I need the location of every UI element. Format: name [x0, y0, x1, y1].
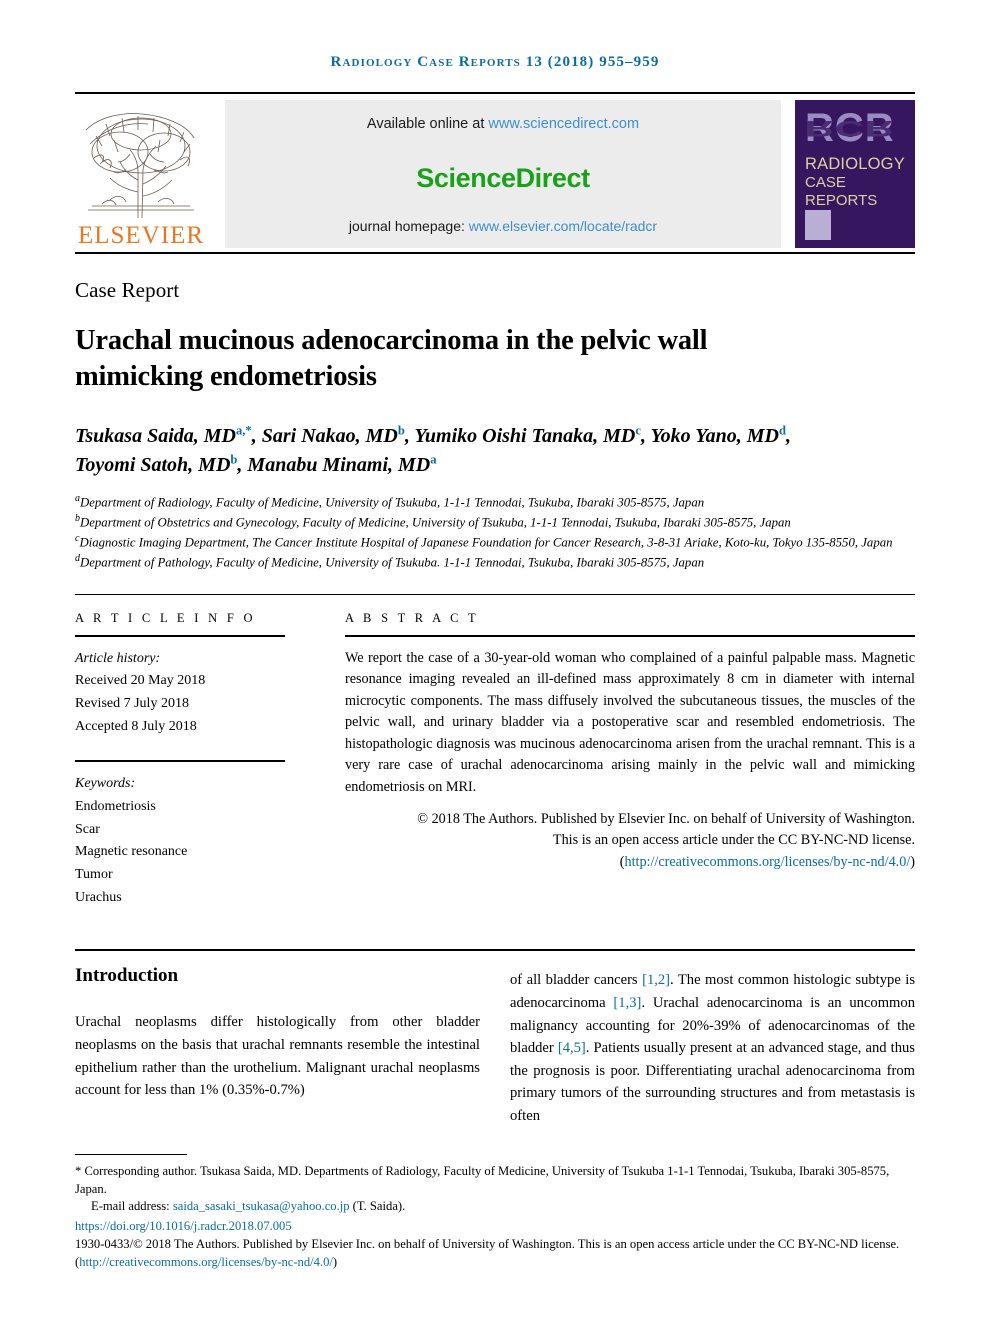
- author-affiliation-marker: a: [430, 452, 437, 467]
- affiliation-item: bDepartment of Obstetrics and Gynecology…: [75, 512, 895, 532]
- citation-reference[interactable]: [1,3]: [613, 995, 641, 1011]
- rcr-title-lines: RADIOLOGY CASE REPORTS: [805, 154, 905, 211]
- body-column-left: Introduction Urachal neoplasms differ hi…: [75, 965, 480, 1127]
- copyright-line-1: © 2018 The Authors. Published by Elsevie…: [417, 810, 915, 827]
- running-head: Radiology Case Reports 13 (2018) 955–959: [330, 54, 660, 70]
- article-revised-date: Revised 7 July 2018: [75, 695, 189, 711]
- affiliation-text: Department of Pathology, Faculty of Medi…: [79, 555, 705, 570]
- keyword-item: Magnetic resonance: [75, 844, 188, 860]
- author-name: Toyomi Satoh, MD: [75, 453, 231, 476]
- rcr-acronym-reflection: RCR: [805, 115, 895, 140]
- keywords-label: Keywords:: [75, 776, 136, 792]
- article-info-divider: [75, 634, 285, 637]
- body-columns: Introduction Urachal neoplasms differ hi…: [75, 965, 915, 1127]
- affiliation-list: aDepartment of Radiology, Faculty of Med…: [75, 492, 895, 571]
- introduction-paragraph-right: of all bladder cancers [1,2]. The most c…: [510, 969, 915, 1127]
- author-line-2: Toyomi Satoh, MDb, Manabu Minami, MDa: [75, 452, 437, 476]
- footnote-block: * Corresponding author. Tsukasa Saida, M…: [75, 1153, 915, 1272]
- abstract-divider: [345, 634, 915, 637]
- article-received-date: Received 20 May 2018: [75, 673, 206, 689]
- citation-reference[interactable]: [1,2]: [642, 972, 670, 988]
- email-suffix: (T. Saida).: [349, 1199, 406, 1214]
- abstract-heading: A B S T R A C T: [345, 610, 479, 625]
- journal-homepage-line: journal homepage: www.elsevier.com/locat…: [349, 218, 657, 234]
- available-online-line: Available online at www.sciencedirect.co…: [367, 116, 639, 132]
- author-name: Tsukasa Saida, MD: [75, 425, 236, 448]
- body-column-right: of all bladder cancers [1,2]. The most c…: [510, 965, 915, 1127]
- keyword-item: Scar: [75, 821, 100, 837]
- keywords-divider: [75, 760, 285, 763]
- abstract-copyright: © 2018 The Authors. Published by Elsevie…: [345, 809, 915, 874]
- body-text-segment: of all bladder cancers: [510, 972, 643, 989]
- citation-reference[interactable]: [4,5]: [558, 1040, 586, 1056]
- affiliation-text: Diagnostic Imaging Department, The Cance…: [79, 535, 893, 550]
- article-info-heading: A R T I C L E I N F O: [75, 610, 256, 625]
- rcr-line-reports: REPORTS: [805, 192, 878, 210]
- journal-homepage-prefix: journal homepage:: [348, 218, 469, 234]
- paper-page: Radiology Case Reports 13 (2018) 955–959: [0, 0, 990, 1320]
- info-abstract-row: A R T I C L E I N F O Article history: R…: [75, 611, 915, 910]
- cover-elsevier-mark-icon: [805, 210, 831, 240]
- author-affiliation-marker: a,*: [235, 423, 252, 438]
- abstract-column: A B S T R A C T We report the case of a …: [345, 611, 915, 910]
- license-paren-close: ): [910, 853, 915, 870]
- affiliation-text: Department of Obstetrics and Gynecology,…: [79, 515, 791, 530]
- introduction-paragraph-left: Urachal neoplasms differ histologically …: [75, 1014, 480, 1099]
- issn-license-link[interactable]: http://creativecommons.org/licenses/by-n…: [79, 1255, 333, 1269]
- affiliation-item: dDepartment of Pathology, Faculty of Med…: [75, 552, 895, 572]
- keywords-items: Endometriosis Scar Magnetic resonance Tumor…: [75, 796, 325, 909]
- email-link[interactable]: saida_sasaki_tsukasa@yahoo.co.jp: [173, 1199, 350, 1213]
- affiliation-text: Department of Radiology, Faculty of Medi…: [79, 495, 705, 510]
- journal-homepage-link[interactable]: www.elsevier.com/locate/radcr: [469, 218, 657, 234]
- sciencedirect-logo: ScienceDirect: [416, 162, 590, 193]
- author-affiliation-marker: c: [635, 423, 641, 438]
- masthead-top-rule: [75, 92, 915, 94]
- rcr-line-radiology: RADIOLOGY: [805, 155, 905, 173]
- copyright-line-2: This is an open access article under the…: [552, 832, 915, 849]
- author-affiliation-marker: d: [778, 423, 786, 438]
- keyword-item: Tumor: [75, 866, 113, 882]
- body-section-rule: [75, 949, 915, 952]
- author-name: Manabu Minami, MD: [247, 453, 431, 476]
- elsevier-wordmark: ELSEVIER: [77, 222, 205, 249]
- introduction-heading: Introduction: [75, 965, 179, 987]
- document-type-label: Case Report: [75, 278, 180, 302]
- elsevier-logo: ELSEVIER: [75, 100, 207, 248]
- keyword-item: Endometriosis: [75, 798, 156, 814]
- issn-close-paren: ): [332, 1255, 338, 1270]
- doi-link[interactable]: https://doi.org/10.1016/j.radcr.2018.07.…: [75, 1219, 915, 1234]
- author-list: Tsukasa Saida, MDa,*, Sari Nakao, MDb, Y…: [75, 423, 905, 480]
- affiliation-item: aDepartment of Radiology, Faculty of Med…: [75, 492, 895, 512]
- masthead-bottom-rule: [75, 252, 915, 254]
- keywords-block: Keywords: Endometriosis Scar Magnetic reso…: [75, 760, 325, 909]
- author-name: Yoko Yano, MD: [650, 425, 779, 448]
- page-title: Urachal mucinous adenocarcinoma in the p…: [75, 325, 708, 392]
- sciencedirect-band: Available online at www.sciencedirect.co…: [225, 100, 781, 248]
- keyword-item: Urachus: [75, 889, 122, 905]
- article-info-column: A R T I C L E I N F O Article history: R…: [75, 611, 325, 910]
- article-history-label: Article history:: [75, 650, 161, 666]
- author-line-1: Tsukasa Saida, MDa,*, Sari Nakao, MDb, Y…: [75, 423, 791, 448]
- issn-copyright-line: 1930-0433/© 2018 The Authors. Published …: [75, 1236, 915, 1272]
- article-accepted-date: Accepted 8 July 2018: [75, 718, 197, 734]
- sciencedirect-link[interactable]: www.sciencedirect.com: [488, 116, 639, 132]
- affiliation-item: cDiagnostic Imaging Department, The Canc…: [75, 532, 895, 552]
- footnote-rule: [75, 1153, 187, 1155]
- author-affiliation-marker: b: [397, 423, 405, 438]
- email-label: E-mail address:: [91, 1199, 173, 1214]
- journal-masthead: ELSEVIER Available online at www.science…: [75, 100, 915, 248]
- available-online-prefix: Available online at: [366, 116, 489, 132]
- author-affiliation-marker: b: [230, 452, 238, 467]
- email-note: E-mail address: saida_sasaki_tsukasa@yah…: [75, 1198, 915, 1216]
- journal-cover-thumbnail: RCR RCR RADIOLOGY CASE REPORTS: [795, 100, 915, 248]
- tree-logo-icon: [85, 113, 195, 219]
- rcr-line-case: CASE: [805, 174, 846, 192]
- info-section-rule: [75, 593, 915, 595]
- author-name: Yumiko Oishi Tanaka, MD: [414, 425, 636, 448]
- license-link[interactable]: http://creativecommons.org/licenses/by-n…: [624, 854, 910, 870]
- abstract-text: We report the case of a 30-year-old woma…: [345, 649, 915, 796]
- author-name: Sari Nakao, MD: [261, 425, 398, 448]
- corresponding-author-note: * Corresponding author. Tsukasa Saida, M…: [75, 1163, 890, 1196]
